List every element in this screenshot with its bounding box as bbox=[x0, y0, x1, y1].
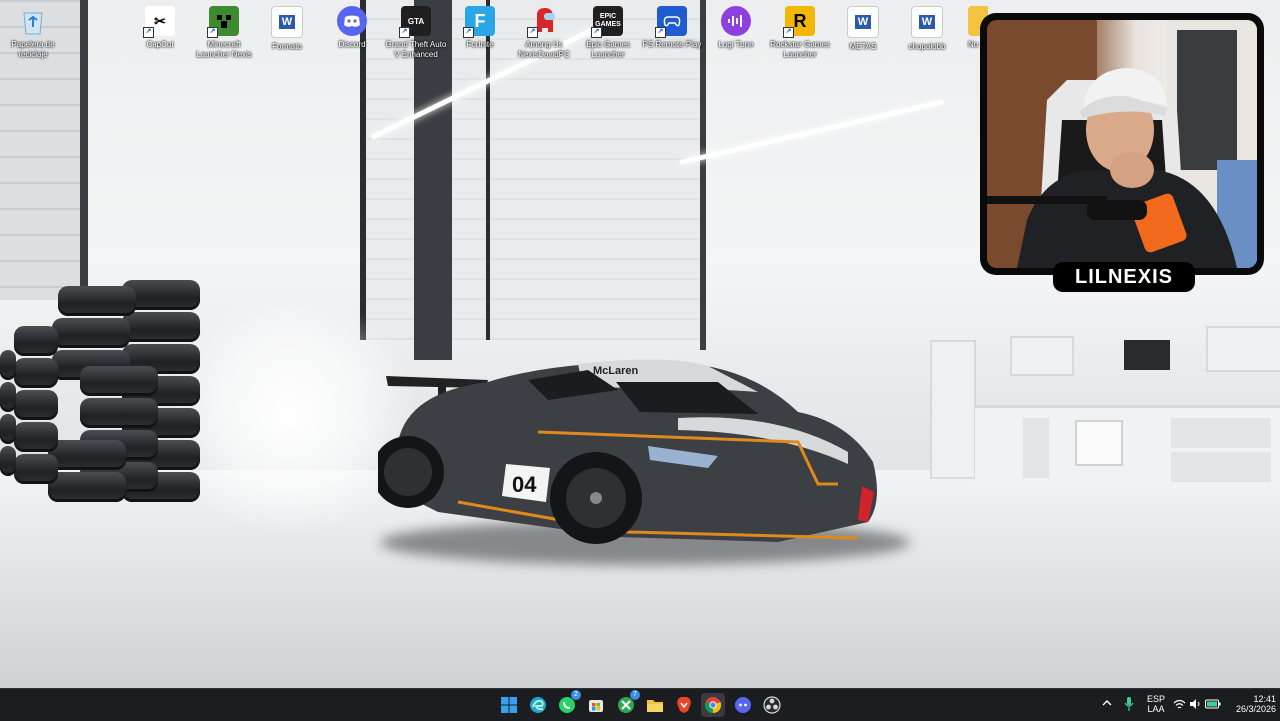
folder-icon bbox=[647, 700, 663, 712]
desktop-icon-minecraft[interactable]: ↗ Minecraft Launcher Nexis bbox=[193, 6, 255, 60]
desktop-icon-label: Minecraft Launcher Nexis bbox=[196, 40, 252, 59]
edge-icon bbox=[530, 697, 546, 713]
taskbar: 2 7 ESP LAA 12:41 26/3/2026 bbox=[0, 688, 1280, 721]
streamer-video bbox=[987, 20, 1257, 268]
wallpaper-glow bbox=[170, 300, 410, 530]
discord-icon bbox=[735, 697, 751, 713]
recycle-bin-icon bbox=[18, 6, 48, 36]
desktop-icon-label: Fortnite bbox=[466, 40, 494, 49]
taskbar-app-discord[interactable] bbox=[731, 693, 755, 717]
desktop-icon-chupalobb[interactable]: W chupalobb bbox=[896, 6, 958, 52]
among-us-icon: ↗ bbox=[527, 6, 559, 38]
desktop-icon-capcut[interactable]: ✂ ↗ CapCut bbox=[129, 6, 191, 50]
svg-text:McLaren: McLaren bbox=[593, 365, 639, 377]
desktop-icon-label: PS Remote Play bbox=[642, 40, 702, 49]
clock-time: 12:41 bbox=[1253, 694, 1276, 704]
taskbar-app-chrome[interactable] bbox=[701, 693, 725, 717]
ps-remote-play-icon: ↗ bbox=[655, 6, 687, 38]
wallpaper-monitor bbox=[1124, 340, 1170, 370]
chevron-up-icon[interactable] bbox=[1102, 699, 1112, 709]
obs-icon bbox=[763, 696, 781, 714]
desktop-icon-metas[interactable]: W METAS bbox=[832, 6, 894, 52]
taskbar-app-obs[interactable] bbox=[760, 693, 784, 717]
microphone-icon[interactable] bbox=[1124, 697, 1134, 713]
desktop-icon-label: CapCut bbox=[146, 40, 174, 49]
desktop-icon-label: Epic Games Launcher bbox=[586, 40, 630, 59]
taskbar-app-brave[interactable] bbox=[672, 693, 696, 717]
webcam-feed bbox=[987, 20, 1257, 268]
taskbar-app-store[interactable] bbox=[584, 693, 608, 717]
desktop-icon-among-us[interactable]: ↗ Among Us NexisDavidPC bbox=[513, 6, 575, 60]
taskbar-app-xbox[interactable]: 7 bbox=[614, 690, 640, 717]
wallpaper-cabinet bbox=[975, 405, 1280, 488]
desktop-icon-logi-tune[interactable]: Logi Tune bbox=[705, 6, 767, 50]
desktop-icon-label: Rockstar Games Launcher bbox=[770, 40, 830, 59]
language-code: ESP bbox=[1147, 694, 1166, 704]
word-doc-icon: W bbox=[847, 6, 879, 38]
clock[interactable]: 12:41 26/3/2026 bbox=[1226, 694, 1276, 714]
desktop-icon-epic-games[interactable]: EPIC GAMES ↗ Epic Games Launcher bbox=[577, 6, 639, 60]
brave-icon bbox=[677, 697, 691, 713]
desktop-icon-fortnite[interactable]: F ↗ Fortnite bbox=[449, 6, 511, 50]
desktop-icon-rockstar[interactable]: R ↗ Rockstar Games Launcher bbox=[769, 6, 831, 60]
gta-icon: GTA ↗ bbox=[399, 6, 431, 38]
desktop-icon-formato[interactable]: W Formato bbox=[256, 6, 318, 52]
notification-badge: 2 bbox=[571, 690, 581, 700]
capcut-icon: ✂ ↗ bbox=[143, 6, 175, 38]
discord-icon bbox=[337, 6, 367, 36]
desktop-icon-label: Grand Theft Auto V Enhanced bbox=[385, 40, 447, 59]
rockstar-icon: R ↗ bbox=[783, 6, 815, 38]
wallpaper-beam bbox=[700, 0, 706, 350]
desktop-icon-ps-remote-play[interactable]: ↗ PS Remote Play bbox=[641, 6, 703, 50]
wifi-icon[interactable] bbox=[1173, 699, 1186, 712]
language-indicator[interactable]: ESP LAA bbox=[1147, 694, 1165, 714]
desktop-icon-label: chupalobb bbox=[908, 42, 946, 51]
desktop-icon-label: METAS bbox=[849, 42, 877, 51]
clock-date: 26/3/2026 bbox=[1235, 704, 1276, 714]
desktop-icon-recycle-bin[interactable]: Papelera de reciclaje bbox=[2, 6, 64, 60]
chrome-icon bbox=[704, 697, 722, 714]
epic-games-icon: EPIC GAMES ↗ bbox=[591, 6, 623, 38]
desktop-icon-label: Logi Tune bbox=[718, 40, 754, 49]
word-doc-icon: W bbox=[911, 6, 943, 38]
minecraft-icon: ↗ bbox=[207, 6, 239, 38]
logi-tune-icon bbox=[721, 6, 751, 36]
desktop-icon-label: Discord bbox=[338, 40, 366, 49]
desktop-icon-label: Formato bbox=[272, 42, 302, 51]
svg-text:04: 04 bbox=[512, 472, 537, 497]
desktop-icon-discord[interactable]: Discord bbox=[321, 6, 383, 50]
notification-badge: 7 bbox=[630, 690, 640, 700]
battery-icon[interactable] bbox=[1205, 699, 1221, 711]
wallpaper-shelf bbox=[1010, 336, 1074, 376]
start-button[interactable] bbox=[497, 693, 521, 717]
taskbar-app-edge[interactable] bbox=[526, 693, 550, 717]
word-doc-icon: W bbox=[271, 6, 303, 38]
volume-icon[interactable] bbox=[1189, 698, 1201, 712]
wallpaper-light bbox=[679, 99, 944, 165]
desktop-icon-gta[interactable]: GTA ↗ Grand Theft Auto V Enhanced bbox=[385, 6, 447, 60]
fortnite-icon: F ↗ bbox=[463, 6, 495, 38]
desktop-icon-label: Among Us NexisDavidPC bbox=[518, 40, 570, 59]
store-icon bbox=[589, 700, 603, 712]
taskbar-app-whatsapp[interactable]: 2 bbox=[555, 690, 581, 717]
wallpaper-locker bbox=[930, 340, 976, 479]
race-car: 04 McLaren bbox=[378, 359, 877, 544]
streamer-name-label: LILNEXIS bbox=[1053, 262, 1195, 292]
wallpaper-shelf bbox=[1206, 326, 1280, 372]
keyboard-layout: LAA bbox=[1147, 704, 1165, 714]
webcam-overlay bbox=[980, 13, 1264, 275]
windows-start-icon bbox=[501, 697, 517, 713]
taskbar-app-file-explorer[interactable] bbox=[643, 693, 667, 717]
wallpaper-beam bbox=[80, 0, 88, 300]
desktop-icon-label: Papelera de reciclaje bbox=[11, 40, 55, 59]
